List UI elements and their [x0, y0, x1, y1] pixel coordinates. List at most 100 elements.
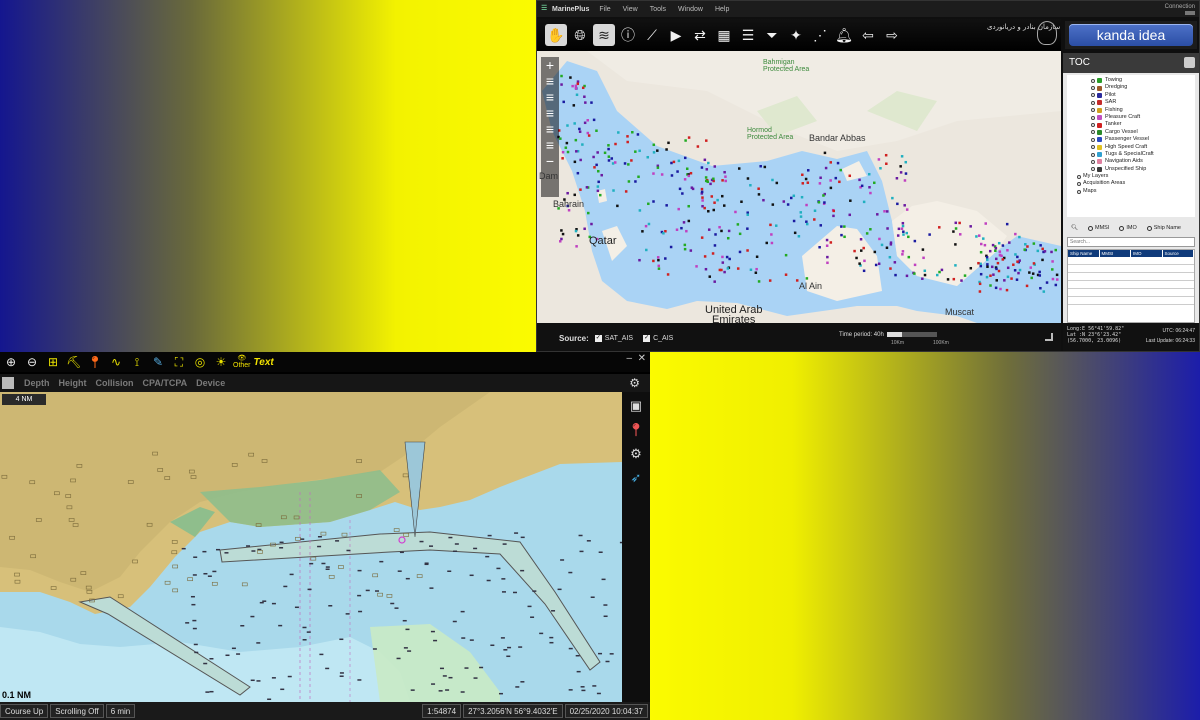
vessel-marker[interactable] — [579, 158, 582, 162]
vessel-marker[interactable] — [873, 181, 876, 185]
vessel-marker[interactable] — [746, 227, 749, 230]
vessel-marker[interactable] — [823, 151, 827, 155]
scrolling-mode[interactable]: Scrolling Off — [50, 704, 104, 718]
vessel-marker[interactable] — [771, 178, 774, 182]
vessel-marker[interactable] — [595, 163, 598, 167]
vessel-marker[interactable] — [734, 210, 737, 214]
menu-view[interactable]: View — [623, 6, 638, 13]
vessel-marker[interactable] — [645, 248, 648, 252]
vessel-marker[interactable] — [843, 235, 846, 239]
vessel-marker[interactable] — [823, 201, 826, 204]
vessel-marker[interactable] — [755, 267, 758, 271]
vessel-marker[interactable] — [675, 228, 679, 231]
vessel-marker[interactable] — [757, 280, 761, 283]
vessel-marker[interactable] — [581, 143, 584, 146]
vessel-marker[interactable] — [988, 249, 992, 253]
vessel-marker[interactable] — [721, 261, 725, 264]
vessel-marker[interactable] — [665, 148, 668, 151]
vessel-marker[interactable] — [1018, 235, 1021, 239]
vessel-marker[interactable] — [998, 253, 1002, 257]
vessel-marker[interactable] — [952, 230, 955, 233]
vessel-marker[interactable] — [560, 74, 563, 78]
vessel-marker[interactable] — [1023, 248, 1026, 251]
vessel-marker[interactable] — [1032, 242, 1036, 245]
vessel-marker[interactable] — [849, 199, 852, 202]
vessel-marker[interactable] — [862, 269, 866, 273]
share-tool[interactable]: ⋰ — [809, 24, 831, 46]
vessel-marker[interactable] — [597, 169, 600, 173]
measure-tool[interactable]: ⟋ — [641, 24, 663, 46]
vessel-marker[interactable] — [819, 224, 823, 227]
vessel-marker[interactable] — [560, 83, 563, 86]
vessel-marker[interactable] — [995, 257, 998, 261]
vessel-marker[interactable] — [1006, 266, 1010, 270]
vessel-marker[interactable] — [714, 233, 717, 236]
vessel-marker[interactable] — [746, 177, 750, 180]
vessel-marker[interactable] — [667, 141, 670, 145]
vessel-marker[interactable] — [977, 261, 980, 265]
pick-icon[interactable]: ⛏ — [65, 353, 83, 371]
vessel-marker[interactable] — [891, 196, 894, 200]
play-tool[interactable]: ▶ — [665, 24, 687, 46]
vessel-marker[interactable] — [1014, 232, 1017, 236]
vessel-marker[interactable] — [805, 277, 809, 280]
imo-radio[interactable] — [1119, 225, 1125, 231]
other-button[interactable]: 👁︎ Other — [233, 353, 251, 371]
vessel-marker[interactable] — [819, 176, 822, 180]
vessel-marker[interactable] — [560, 237, 563, 241]
vessel-marker[interactable] — [727, 229, 731, 233]
vessel-marker[interactable] — [862, 200, 866, 204]
vessel-marker[interactable] — [936, 273, 939, 277]
vessel-marker[interactable] — [792, 219, 796, 223]
vessel-marker[interactable] — [1038, 274, 1042, 277]
vessel-marker[interactable] — [566, 150, 570, 154]
zoom-out-icon[interactable]: ⊖ — [23, 353, 41, 371]
vessel-marker[interactable] — [704, 267, 708, 271]
col-mmsi[interactable]: MMSI — [1100, 250, 1131, 257]
vessel-marker[interactable] — [657, 264, 661, 268]
toc-layer-item[interactable]: Cargo Vessel — [1073, 129, 1195, 136]
vessel-marker[interactable] — [789, 196, 793, 200]
vessel-marker[interactable] — [762, 198, 765, 202]
vessel-marker[interactable] — [746, 213, 749, 216]
vessel-marker[interactable] — [749, 184, 752, 187]
vessel-marker[interactable] — [665, 204, 668, 207]
vessel-marker[interactable] — [901, 221, 905, 225]
vector-time[interactable]: 6 min — [105, 704, 136, 718]
vessel-marker[interactable] — [900, 155, 904, 158]
vessel-marker[interactable] — [1017, 271, 1020, 275]
vessel-marker[interactable] — [801, 173, 804, 177]
vessel-marker[interactable] — [1038, 270, 1041, 274]
vessel-marker[interactable] — [960, 279, 963, 282]
vessel-marker[interactable] — [826, 261, 829, 265]
vessel-marker[interactable] — [559, 137, 562, 140]
vessel-marker[interactable] — [770, 241, 774, 245]
vessel-marker[interactable] — [681, 192, 684, 195]
layer-toggle[interactable] — [1091, 108, 1095, 113]
vessel-marker[interactable] — [738, 232, 742, 236]
ship-search-input[interactable]: Search... — [1067, 237, 1195, 247]
vessel-marker[interactable] — [894, 273, 897, 277]
vessel-marker[interactable] — [805, 203, 808, 207]
vessel-marker[interactable] — [738, 250, 742, 254]
vessel-marker[interactable] — [687, 174, 691, 178]
menu-tools[interactable]: Tools — [650, 6, 666, 13]
vessel-marker[interactable] — [813, 218, 816, 221]
vessel-marker[interactable] — [832, 209, 836, 213]
layer-toggle[interactable] — [1091, 145, 1095, 150]
vessel-marker[interactable] — [677, 159, 681, 163]
vessel-marker[interactable] — [1056, 278, 1059, 281]
vessel-marker[interactable] — [786, 203, 790, 206]
vessel-marker[interactable] — [676, 170, 679, 173]
vessel-marker[interactable] — [575, 150, 578, 153]
vessel-marker[interactable] — [806, 181, 810, 184]
vessel-marker[interactable] — [656, 166, 660, 169]
vessel-marker[interactable] — [1016, 260, 1019, 263]
vessel-marker[interactable] — [984, 222, 987, 225]
range-indicator[interactable]: 4 NM — [2, 394, 46, 405]
vessel-marker[interactable] — [969, 225, 972, 228]
vessel-marker[interactable] — [575, 93, 579, 97]
vessel-marker[interactable] — [938, 270, 941, 274]
vessel-marker[interactable] — [990, 265, 994, 269]
map-pin-icon[interactable]: 📍︎ — [86, 353, 104, 371]
